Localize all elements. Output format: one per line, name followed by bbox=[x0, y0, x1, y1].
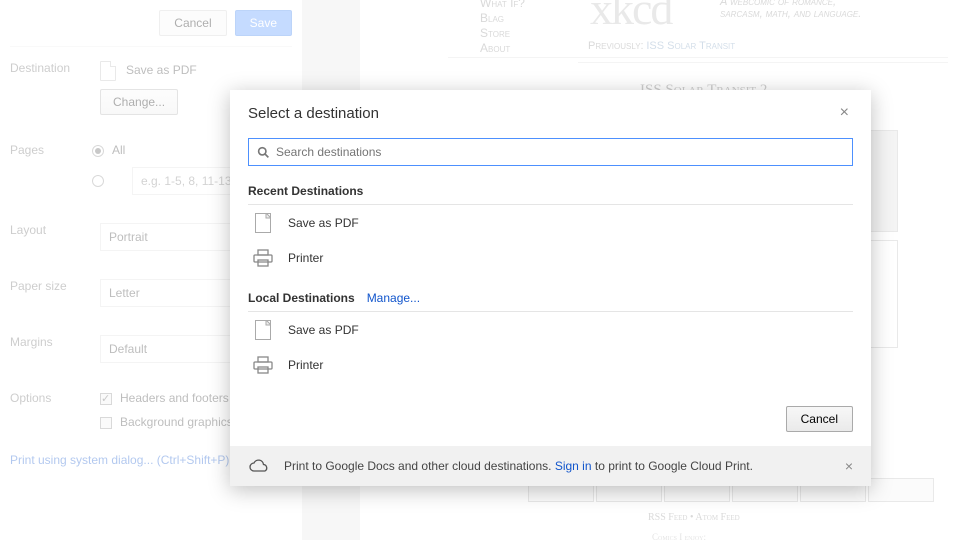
local-destinations-header: Local DestinationsManage... bbox=[248, 287, 853, 312]
dialog-title: Select a destination bbox=[248, 105, 379, 122]
dest-label: Printer bbox=[288, 358, 323, 372]
recent-destinations-header: Recent Destinations bbox=[248, 180, 853, 205]
pdf-icon bbox=[252, 320, 274, 340]
cancel-button[interactable]: Cancel bbox=[786, 406, 853, 432]
dest-save-as-pdf-local[interactable]: Save as PDF bbox=[248, 312, 853, 348]
printer-icon bbox=[252, 356, 274, 374]
select-destination-dialog: Select a destination × Recent Destinatio… bbox=[230, 90, 871, 486]
pdf-icon bbox=[252, 213, 274, 233]
close-icon[interactable]: × bbox=[836, 104, 853, 122]
search-input[interactable] bbox=[270, 143, 844, 161]
search-icon bbox=[257, 146, 270, 159]
dest-label: Save as PDF bbox=[288, 216, 359, 230]
printer-icon bbox=[252, 249, 274, 267]
cloud-icon bbox=[248, 458, 270, 474]
sign-in-link[interactable]: Sign in bbox=[555, 459, 592, 473]
cloud-text-pre: Print to Google Docs and other cloud des… bbox=[284, 459, 555, 473]
close-icon[interactable]: × bbox=[845, 458, 853, 474]
dest-printer[interactable]: Printer bbox=[248, 241, 853, 275]
dest-printer-local[interactable]: Printer bbox=[248, 348, 853, 382]
cloud-text-post: to print to Google Cloud Print. bbox=[592, 459, 753, 473]
cloud-print-bar: Print to Google Docs and other cloud des… bbox=[230, 446, 871, 486]
manage-link[interactable]: Manage... bbox=[367, 291, 420, 305]
dest-save-as-pdf[interactable]: Save as PDF bbox=[248, 205, 853, 241]
dest-label: Save as PDF bbox=[288, 323, 359, 337]
dest-label: Printer bbox=[288, 251, 323, 265]
search-field-wrap[interactable] bbox=[248, 138, 853, 166]
